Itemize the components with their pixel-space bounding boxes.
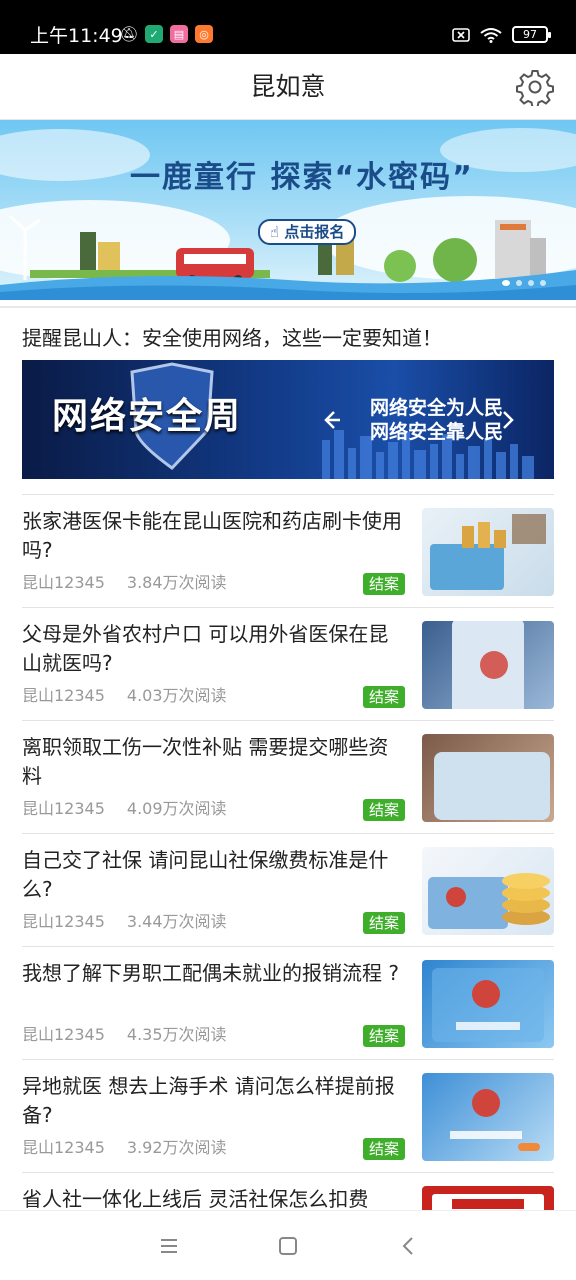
- list-item[interactable]: 我想了解下男职工配偶未就业的报销流程 ? 昆山12345 4.35万次阅读 结案: [22, 946, 554, 1059]
- status-badge: 结案: [363, 686, 406, 708]
- article-list: 张家港医保卡能在昆山医院和药店刷卡使用吗? 昆山12345 3.84万次阅读 结案…: [22, 494, 554, 1280]
- sim-icon: [452, 27, 470, 42]
- security-week-banner[interactable]: 网络安全周 网络安全为人民 网络安全靠人民: [22, 360, 554, 479]
- section-divider: [0, 306, 576, 308]
- banner-headline: 一鹿童行 探索“水密码”: [130, 160, 474, 195]
- list-item[interactable]: 异地就医 想去上海手术 请问怎么样提前报备? 昆山12345 3.92万次阅读 结…: [22, 1059, 554, 1172]
- security-banner-slogans: 网络安全为人民 网络安全靠人民: [370, 396, 503, 444]
- status-badge: 结案: [363, 799, 406, 821]
- article-reads: 3.92万次阅读: [126, 1138, 227, 1157]
- home-square-icon[interactable]: [276, 1234, 300, 1258]
- article-meta: 昆山12345 3.44万次阅读: [22, 912, 227, 932]
- security-slogan-1: 网络安全为人民: [370, 397, 504, 419]
- settings-gear-icon[interactable]: [516, 68, 554, 106]
- status-time: 上午11:49: [30, 25, 123, 47]
- carousel-indicator: [502, 280, 546, 286]
- app-header: 昆如意: [0, 54, 576, 120]
- promo-banner[interactable]: 一鹿童行 探索“水密码” ☝︎ 点击报名: [0, 120, 576, 300]
- article-thumbnail: [422, 621, 554, 709]
- page-title: 昆如意: [250, 72, 326, 101]
- article-reads: 3.84万次阅读: [126, 573, 227, 592]
- banner-scenery: [0, 128, 576, 300]
- article-thumbnail: [422, 1073, 554, 1161]
- article-title: 异地就医 想去上海手术 请问怎么样提前报备?: [22, 1074, 395, 1127]
- security-banner-title: 网络安全周: [52, 396, 243, 437]
- carousel-dot: [528, 280, 534, 286]
- bilibili-app-icon: ▤: [170, 25, 188, 43]
- article-thumbnail: [422, 960, 554, 1048]
- article-title: 父母是外省农村户口 可以用外省医保在昆山就医吗?: [22, 622, 389, 675]
- article-meta: 昆山12345 4.03万次阅读: [22, 686, 227, 706]
- article-meta: 昆山12345 3.84万次阅读: [22, 573, 227, 593]
- article-source: 昆山12345: [22, 686, 105, 705]
- article-source: 昆山12345: [22, 912, 105, 931]
- system-nav-bar: [0, 1210, 576, 1280]
- article-source: 昆山12345: [22, 573, 105, 592]
- battery-level: 97: [523, 28, 537, 41]
- carousel-dot: [502, 280, 510, 286]
- status-badge: 结案: [363, 1025, 406, 1047]
- thumbnail-art: [452, 621, 524, 709]
- carousel-dot: [540, 280, 546, 286]
- banner-signup-button[interactable]: ☝︎ 点击报名: [258, 219, 357, 245]
- battery-icon: 97: [512, 26, 551, 43]
- status-badge: 结案: [363, 1138, 406, 1160]
- article-meta: 昆山12345 3.92万次阅读: [22, 1138, 227, 1158]
- list-item[interactable]: 父母是外省农村户口 可以用外省医保在昆山就医吗? 昆山12345 4.03万次阅读…: [22, 607, 554, 720]
- status-badge: 结案: [363, 573, 406, 595]
- article-source: 昆山12345: [22, 799, 105, 818]
- thumbnail-art: [450, 1089, 540, 1151]
- article-thumbnail: [422, 508, 554, 596]
- thumbnail-art: [434, 752, 550, 820]
- back-chevron-icon[interactable]: [397, 1234, 421, 1258]
- thumbnail-art: [428, 873, 550, 929]
- pointer-hand-icon: ☝︎: [270, 223, 280, 241]
- thumbnail-art: [430, 514, 546, 590]
- menu-icon[interactable]: [157, 1234, 181, 1258]
- status-bar: 上午11:49 🔕︎ ✓ ▤ ◎ 97: [0, 0, 576, 54]
- taobao-app-icon: ◎: [195, 25, 213, 43]
- list-item[interactable]: 自己交了社保 请问昆山社保缴费标准是什么? 昆山12345 3.44万次阅读 结案: [22, 833, 554, 946]
- article-title: 离职领取工伤一次性补贴 需要提交哪些资料: [22, 735, 389, 788]
- mute-icon: 🔕︎: [119, 24, 139, 43]
- banner-cta-label: 点击报名: [284, 223, 345, 241]
- status-right: 97: [452, 26, 551, 43]
- article-thumbnail: [422, 847, 554, 935]
- list-item[interactable]: 张家港医保卡能在昆山医院和药店刷卡使用吗? 昆山12345 3.84万次阅读 结案: [22, 494, 554, 607]
- carousel-dot: [516, 280, 522, 286]
- article-meta: 昆山12345 4.09万次阅读: [22, 799, 227, 819]
- article-source: 昆山12345: [22, 1025, 105, 1044]
- list-item[interactable]: 离职领取工伤一次性补贴 需要提交哪些资料 昆山12345 4.09万次阅读 结案: [22, 720, 554, 833]
- status-badge: 结案: [363, 912, 406, 934]
- article-reads: 4.03万次阅读: [126, 686, 227, 705]
- notification-icons: 🔕︎ ✓ ▤ ◎: [119, 24, 213, 43]
- article-source: 昆山12345: [22, 1138, 105, 1157]
- shield-app-icon: ✓: [145, 25, 163, 43]
- article-title: 自己交了社保 请问昆山社保缴费标准是什么?: [22, 848, 389, 901]
- article-title: 张家港医保卡能在昆山医院和药店刷卡使用吗?: [22, 509, 402, 562]
- notice-headline[interactable]: 提醒昆山人：安全使用网络，这些一定要知道！: [22, 324, 562, 352]
- article-title: 我想了解下男职工配偶未就业的报销流程 ?: [22, 961, 399, 985]
- security-slogan-2: 网络安全靠人民: [370, 421, 504, 443]
- article-meta: 昆山12345 4.35万次阅读: [22, 1025, 227, 1045]
- article-reads: 4.35万次阅读: [126, 1025, 227, 1044]
- article-thumbnail: [422, 734, 554, 822]
- thumbnail-art: [432, 968, 544, 1042]
- article-reads: 3.44万次阅读: [126, 912, 227, 931]
- article-reads: 4.09万次阅读: [126, 799, 227, 818]
- wifi-icon: [480, 27, 502, 43]
